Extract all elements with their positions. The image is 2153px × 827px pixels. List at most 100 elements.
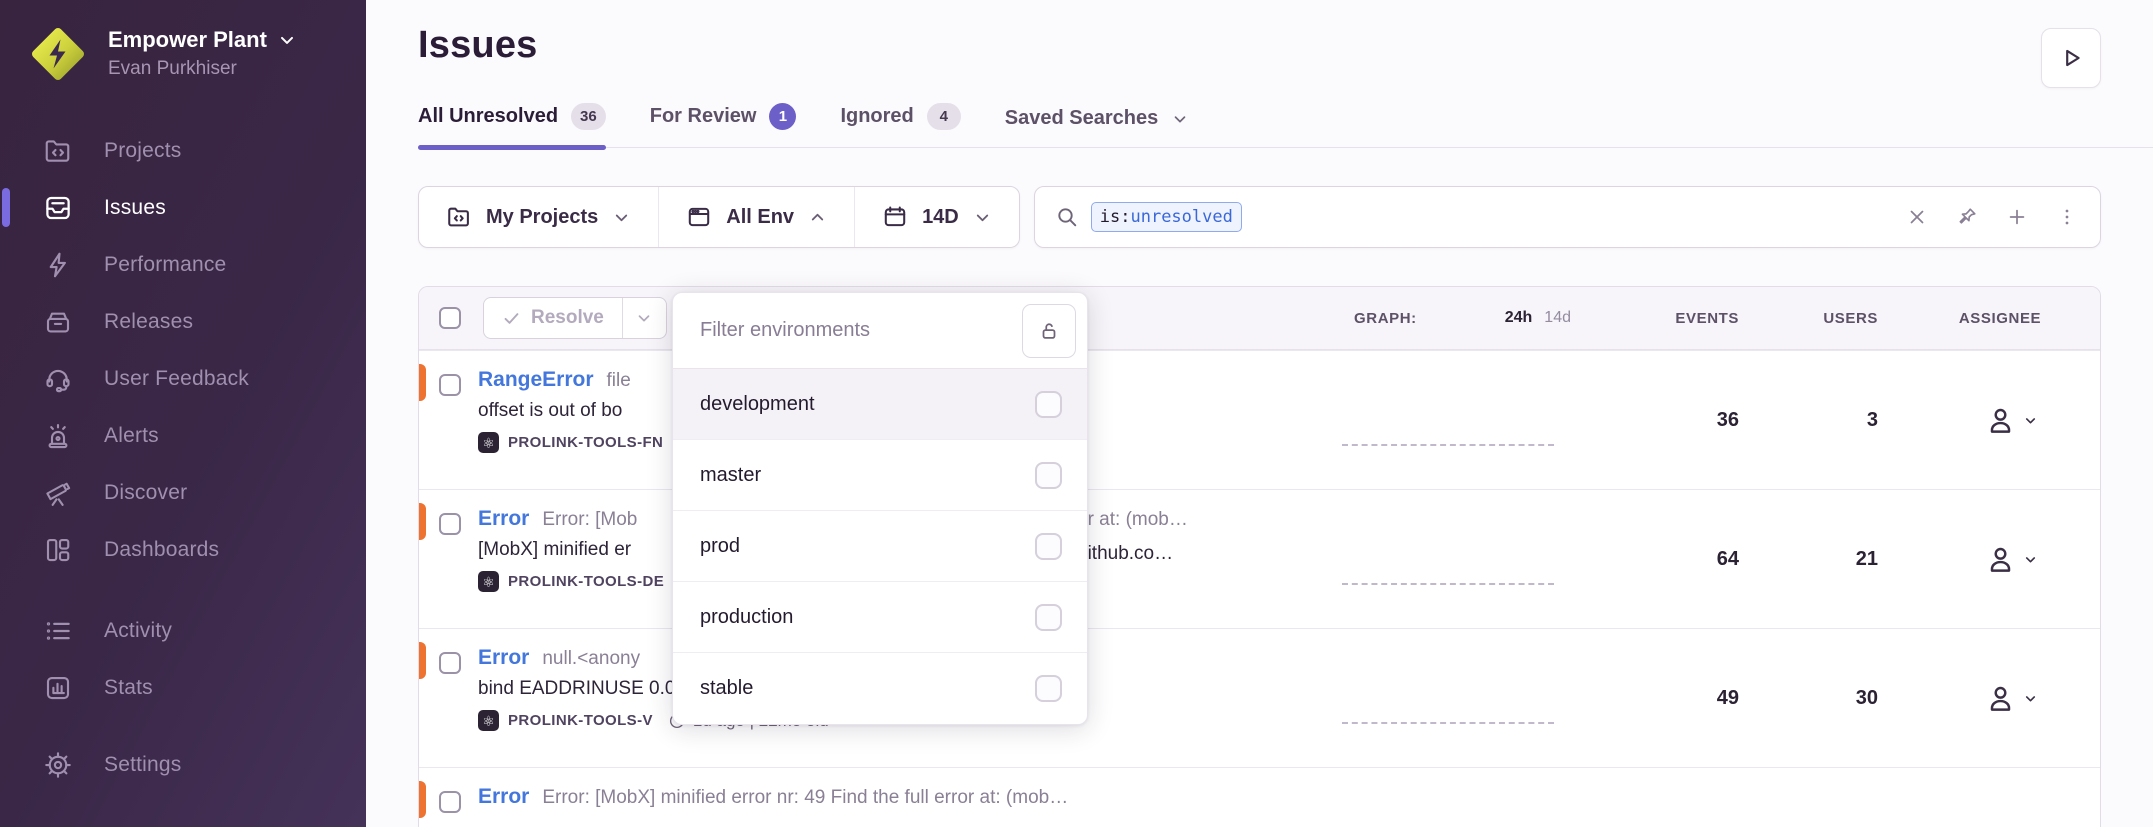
env-checkbox[interactable] <box>1035 462 1062 489</box>
page-filter-group: My Projects All Env 14D <box>418 186 1020 248</box>
users-column-header: USERS <box>1755 310 1900 327</box>
org-switcher[interactable]: Empower Plant Evan Purkhiser <box>0 0 366 82</box>
issue-title-link[interactable]: Error <box>478 785 529 809</box>
issue-title-link[interactable]: RangeError <box>478 368 594 392</box>
sidebar-menu: Projects Issues Performance Releases <box>0 122 366 793</box>
gear-icon <box>42 749 74 781</box>
assignee-dropdown[interactable] <box>1963 683 2038 714</box>
graph-range-14d[interactable]: 14d <box>1544 309 1571 327</box>
issue-title-link[interactable]: Error <box>478 507 529 531</box>
issue-graph-cell <box>1330 629 1585 767</box>
tab-for-review[interactable]: For Review 1 <box>650 103 797 147</box>
graph-range-24h[interactable]: 24h <box>1505 309 1533 327</box>
sidebar-item-settings[interactable]: Settings <box>0 736 366 793</box>
sidebar-item-activity[interactable]: Activity <box>0 602 366 659</box>
chevron-down-icon <box>635 309 653 327</box>
electron-platform-icon: ⚛ <box>478 710 499 731</box>
main-content: Issues All Unresolved 36 For Review 1 Ig… <box>366 0 2153 827</box>
env-checkbox[interactable] <box>1035 391 1062 418</box>
project-filter-button[interactable]: My Projects <box>419 187 658 247</box>
row-checkbox[interactable] <box>439 652 461 674</box>
projects-folder-icon <box>446 204 472 230</box>
tab-label: All Unresolved <box>418 105 558 128</box>
chevron-down-icon <box>973 208 992 227</box>
issue-events-cell: 36 <box>1585 351 1755 489</box>
row-checkbox[interactable] <box>439 513 461 535</box>
project-slug: PROLINK-TOOLS-DE <box>508 573 664 590</box>
row-checkbox[interactable] <box>439 791 461 813</box>
search-icon <box>1055 205 1079 229</box>
assignee-dropdown[interactable] <box>1963 544 2038 575</box>
sidebar-item-releases[interactable]: Releases <box>0 293 366 350</box>
issue-assignee-cell <box>1900 629 2100 767</box>
date-range-filter-button[interactable]: 14D <box>854 187 1019 247</box>
issue-users-cell: 30 <box>1755 629 1900 767</box>
resolve-split-button: Resolve <box>483 297 667 339</box>
search-token[interactable]: is:unresolved <box>1091 202 1242 232</box>
issue-graph-cell <box>1330 351 1585 489</box>
electron-platform-icon: ⚛ <box>478 432 499 453</box>
menu-divider-gap <box>0 578 366 602</box>
archive-icon <box>42 306 74 338</box>
resolve-button[interactable]: Resolve <box>484 298 622 338</box>
sidebar-item-performance[interactable]: Performance <box>0 236 366 293</box>
environment-filter-header: Filter environments <box>673 293 1087 369</box>
tab-all-unresolved[interactable]: All Unresolved 36 <box>418 103 606 147</box>
env-option-development[interactable]: development <box>673 369 1087 440</box>
sidebar-item-label: User Feedback <box>104 367 249 391</box>
resolve-dropdown-button[interactable] <box>622 298 666 338</box>
checkmark-icon <box>502 309 521 328</box>
environment-filter-input[interactable]: Filter environments <box>700 319 870 342</box>
tab-count-badge: 1 <box>769 103 796 130</box>
sparkline-flat <box>1342 722 1554 724</box>
sidebar-item-alerts[interactable]: Alerts <box>0 407 366 464</box>
issue-search-input[interactable]: is:unresolved <box>1034 186 2101 248</box>
search-token-value: unresolved <box>1130 207 1232 227</box>
dashboards-icon <box>42 534 74 566</box>
lock-filter-button[interactable] <box>1022 304 1076 358</box>
issue-events-cell: 64 <box>1585 490 1755 628</box>
env-checkbox[interactable] <box>1035 533 1062 560</box>
resolve-label: Resolve <box>531 307 604 329</box>
add-search-icon[interactable] <box>2006 206 2028 228</box>
tab-label: Saved Searches <box>1005 107 1158 130</box>
chevron-up-icon <box>808 208 827 227</box>
issue-culprit: null.<anony <box>542 648 640 670</box>
env-option-production[interactable]: production <box>673 582 1087 653</box>
env-option-stable[interactable]: stable <box>673 653 1087 724</box>
org-logo-icon <box>30 26 86 82</box>
play-icon <box>2058 45 2084 71</box>
sidebar-item-issues[interactable]: Issues <box>0 179 366 236</box>
env-checkbox[interactable] <box>1035 604 1062 631</box>
pin-search-icon[interactable] <box>1956 206 1978 228</box>
replay-play-button[interactable] <box>2041 28 2101 88</box>
env-checkbox[interactable] <box>1035 675 1062 702</box>
env-option-prod[interactable]: prod <box>673 511 1087 582</box>
window-icon <box>686 204 712 230</box>
telescope-icon <box>42 477 74 509</box>
issue-message-continued: github.co… <box>1077 543 1173 565</box>
issues-icon <box>42 192 74 224</box>
sidebar-item-projects[interactable]: Projects <box>0 122 366 179</box>
select-all-checkbox[interactable] <box>439 307 461 329</box>
assignee-dropdown[interactable] <box>1963 405 2038 436</box>
sidebar-item-label: Dashboards <box>104 538 219 562</box>
sidebar-item-dashboards[interactable]: Dashboards <box>0 521 366 578</box>
clear-search-icon[interactable] <box>1906 206 1928 228</box>
issues-table: Resolve GRAPH: 24h 14d EVENTS <box>418 286 2101 827</box>
sidebar-item-label: Settings <box>104 753 181 777</box>
tab-saved-searches[interactable]: Saved Searches <box>1005 107 1189 147</box>
environment-filter-button[interactable]: All Env <box>658 187 854 247</box>
sidebar-item-user-feedback[interactable]: User Feedback <box>0 350 366 407</box>
projects-icon <box>42 135 74 167</box>
sidebar-item-discover[interactable]: Discover <box>0 464 366 521</box>
env-option-master[interactable]: master <box>673 440 1087 511</box>
issue-title-link[interactable]: Error <box>478 646 529 670</box>
sidebar-item-stats[interactable]: Stats <box>0 659 366 716</box>
tab-ignored[interactable]: Ignored 4 <box>840 103 960 147</box>
kebab-menu-icon[interactable] <box>2056 206 2078 228</box>
calendar-icon <box>882 204 908 230</box>
row-checkbox[interactable] <box>439 374 461 396</box>
issue-tabs: All Unresolved 36 For Review 1 Ignored 4… <box>418 103 2153 148</box>
sidebar-item-label: Projects <box>104 139 181 163</box>
